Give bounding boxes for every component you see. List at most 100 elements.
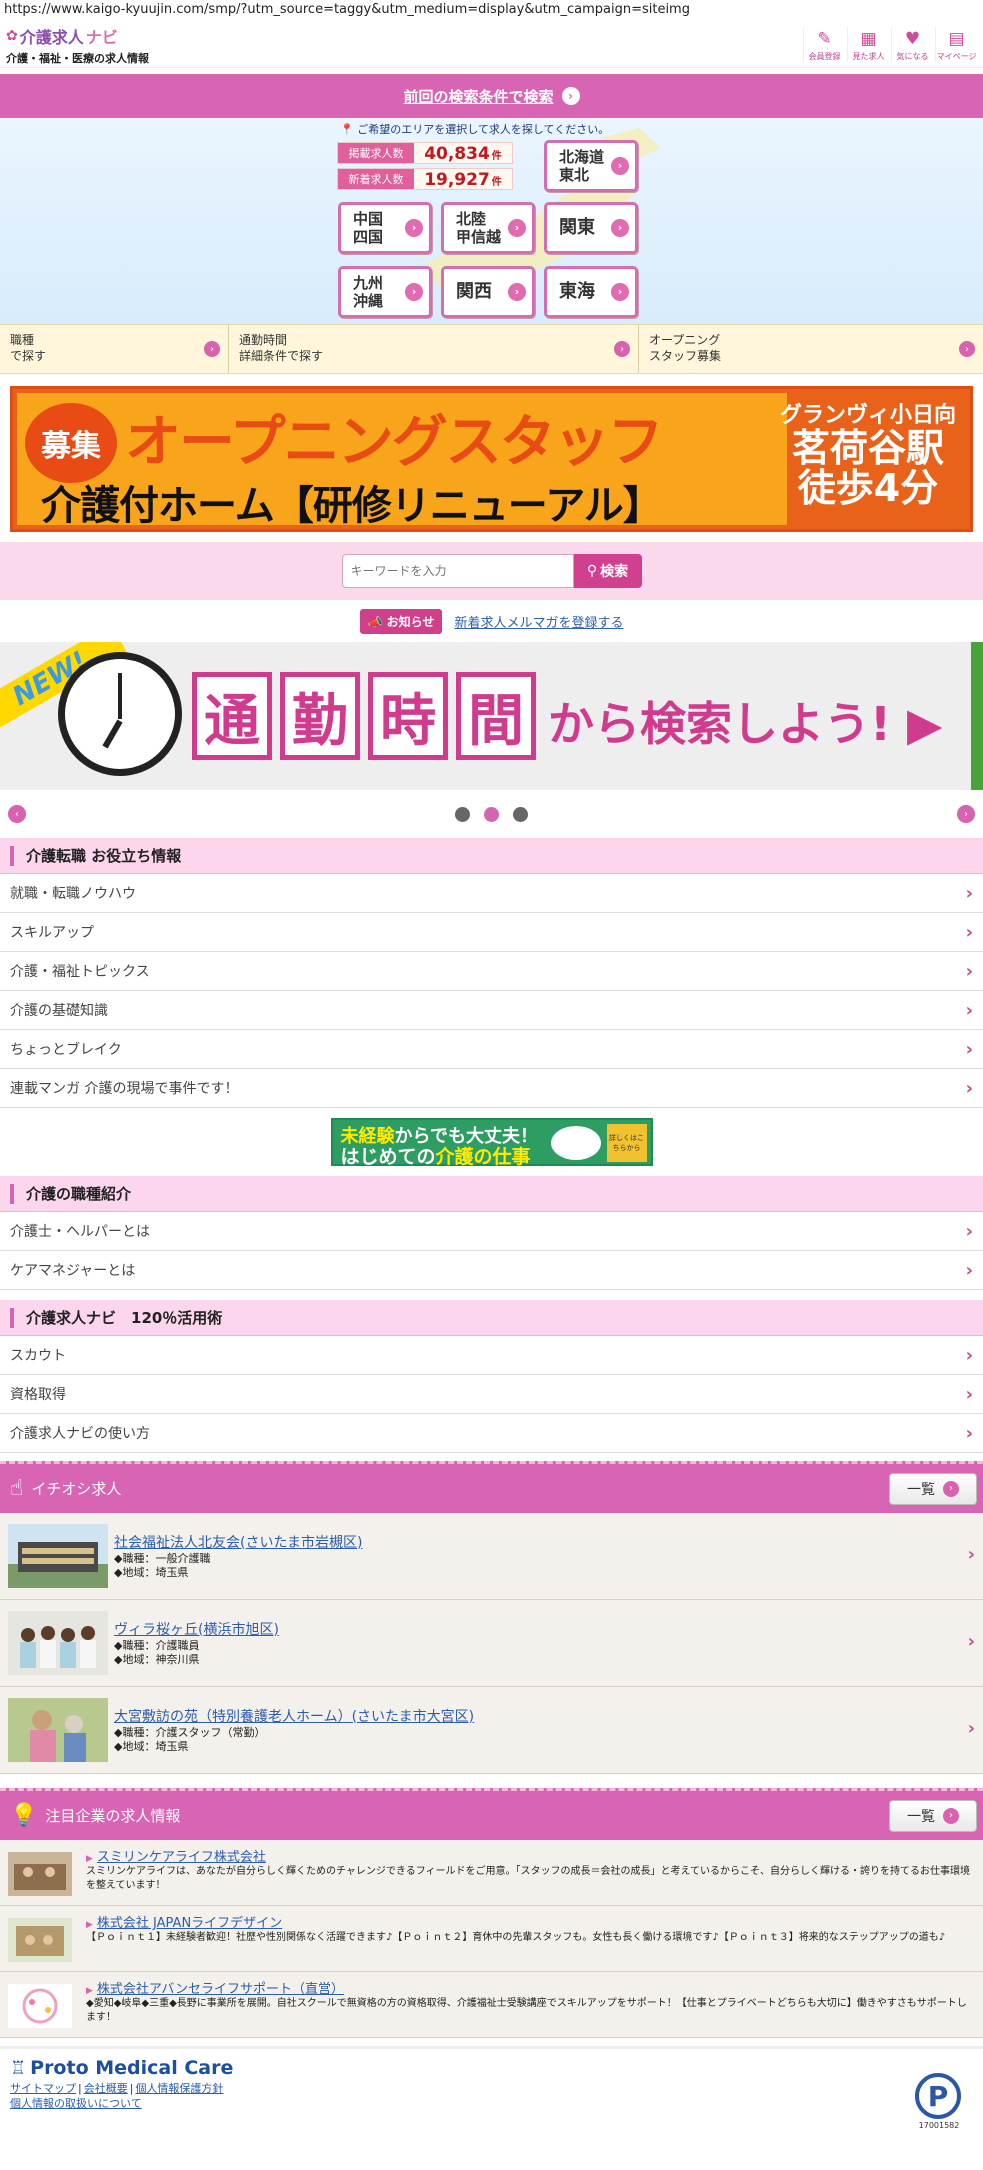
list-item[interactable]: 介護士・ヘルパーとは › — [0, 1212, 983, 1251]
first-time-care-banner[interactable]: 未経験からでも大丈夫！ はじめての介護の仕事 詳しくはこちらから — [330, 1118, 653, 1168]
list-item[interactable]: ちょっとブレイク › — [0, 1030, 983, 1069]
footer-links: サイトマップ | 会社概要 | 個人情報保護方針 個人情報の取扱いについて — [10, 2082, 224, 2110]
keyword-input[interactable] — [341, 554, 574, 588]
job-row[interactable]: ヴィラ桜ヶ丘(横浜市旭区) ◆職種：介護職員 ◆地域：神奈川県 › — [0, 1600, 983, 1687]
chevron-right-icon: › — [965, 1344, 973, 1366]
banner-char: 通 — [192, 672, 272, 760]
chevron-right-icon: › — [508, 283, 526, 301]
section-header-usage: 介護求人ナビ 120％活用術 — [0, 1300, 983, 1336]
region-tokai[interactable]: 東海 › — [544, 266, 638, 318]
job-type: ◆職種：介護スタッフ（常勤） — [114, 1725, 266, 1739]
company-photo — [8, 1852, 72, 1896]
favorites-button[interactable]: ♥ 気になる — [891, 27, 933, 62]
flower-icon: ✿ — [6, 27, 18, 44]
list-item[interactable]: 介護求人ナビの使い方 › — [0, 1414, 983, 1453]
job-name[interactable]: 大宮敷訪の苑（特別養護老人ホーム）(さいたま市大宮区) — [114, 1706, 973, 1726]
sitemap-link[interactable]: サイトマップ — [10, 2082, 76, 2095]
chevron-right-icon: › — [965, 921, 973, 943]
station-name: 茗荷谷駅 — [791, 426, 944, 470]
slider-prev-button[interactable]: ‹ — [8, 805, 26, 823]
chevron-right-icon: › — [965, 960, 973, 982]
chevron-right-icon: › — [967, 1631, 975, 1652]
notice-bar: 📣 お知らせ 新着求人メルマガを登録する — [0, 600, 983, 642]
privacy-mark[interactable]: P 17001582 — [913, 2073, 965, 2135]
pickup-title: イチオシ求人 — [31, 1480, 122, 1498]
region-kyushu-okinawa[interactable]: 九州 沖縄 › — [338, 266, 432, 318]
list-item[interactable]: ケアマネジャーとは › — [0, 1251, 983, 1290]
region-hokuriku-koshinetsu[interactable]: 北陸 甲信越 › — [441, 202, 535, 254]
mypage-button[interactable]: ▤ マイページ — [935, 27, 977, 62]
company-logo — [8, 1984, 72, 2028]
facility-photo — [8, 1524, 108, 1588]
region-hokkaido-tohoku[interactable]: 北海道 東北 › — [544, 140, 638, 192]
chevron-right-icon: › — [405, 219, 423, 237]
list-item[interactable]: 介護・福祉トピックス › — [0, 952, 983, 991]
personal-info-link[interactable]: 個人情報の取扱いについて — [10, 2097, 142, 2110]
prev-search-button[interactable]: 前回の検索条件で検索 › — [0, 74, 983, 118]
featured-companies-header: 💡 注目企業の求人情報 一覧 › — [0, 1788, 983, 1840]
slider-dot[interactable] — [484, 806, 499, 822]
chevron-right-icon: › — [965, 1077, 973, 1099]
section-header-tips: 介護転職 お役立ち情報 — [0, 838, 983, 874]
list-item[interactable]: 介護の基礎知識 › — [0, 991, 983, 1030]
chevron-right-icon: › — [965, 882, 973, 904]
search-by-commute[interactable]: 通勤時間 詳細条件で探す › — [229, 325, 639, 373]
job-row[interactable]: 社会福祉法人北友会(さいたま市岩槻区) ◆職種：一般介護職 ◆地域：埼玉県 › — [0, 1513, 983, 1600]
register-button[interactable]: ✎ 会員登録 — [803, 27, 845, 62]
heart-icon: ♥ — [904, 29, 921, 49]
caregiver-photo — [8, 1698, 108, 1762]
job-row[interactable]: 大宮敷訪の苑（特別養護老人ホーム）(さいたま市大宮区) ◆職種：介護スタッフ（常… — [0, 1687, 983, 1774]
search-by-job-type[interactable]: 職種 で探す › — [0, 325, 229, 373]
region-kanto[interactable]: 関東 › — [544, 202, 638, 254]
list-item[interactable]: 就職・転職ノウハウ › — [0, 874, 983, 913]
job-name[interactable]: ヴィラ桜ヶ丘(横浜市旭区) — [114, 1619, 973, 1639]
details-badge: 詳しくはこちらから — [606, 1124, 647, 1162]
brand-logo[interactable]: ♖ Proto Medical Care — [10, 2057, 973, 2079]
company-row[interactable]: スミリンケアライフ株式会社 スミリンケアライフは、あなたが自分らしく輝くためのチ… — [0, 1840, 983, 1906]
list-item[interactable]: 連載マンガ 介護の現場で事件です！ › — [0, 1069, 983, 1108]
commute-search-banner[interactable]: NEW! 通 勤 時 間 から検索しよう! ▶ — [0, 642, 983, 790]
companies-list-button[interactable]: 一覧 › — [889, 1799, 977, 1832]
company-name[interactable]: 株式会社アバンセライフサポート（直営） — [86, 1978, 973, 1997]
logo-navi-text: ナビ — [85, 27, 118, 47]
logo-subtitle: 介護・福祉・医療の求人情報 — [6, 51, 149, 65]
privacy-policy-link[interactable]: 個人情報保護方針 — [135, 2082, 223, 2095]
opening-staff-banner[interactable]: 募集 オープニングスタッフ 介護付ホーム【研修リニューアル】 グランヴィ小日向 … — [10, 386, 973, 532]
pickup-list-button[interactable]: 一覧 › — [889, 1472, 977, 1505]
banner-subtitle: 介護付ホーム【研修リニューアル】 — [41, 483, 663, 529]
facility-name: グランヴィ小日向 — [779, 403, 956, 428]
slider-next-button[interactable]: › — [957, 805, 975, 823]
slider-dot[interactable] — [455, 806, 470, 822]
company-row[interactable]: 株式会社 JAPANライフデザイン 【Ｐｏｉｎｔ１】未経験者歓迎！社歴や性別関係… — [0, 1906, 983, 1972]
job-type: ◆職種：一般介護職 — [114, 1551, 211, 1565]
company-row[interactable]: 株式会社アバンセライフサポート（直営） ◆愛知◆岐阜◆三重◆長野に事業所を展開。… — [0, 1972, 983, 2038]
chevron-right-icon: › — [508, 219, 526, 237]
company-name[interactable]: スミリンケアライフ株式会社 — [86, 1846, 973, 1865]
list-item[interactable]: スカウト › — [0, 1336, 983, 1375]
browser-url[interactable]: https://www.kaigo-kyuujin.com/smp/?utm_s… — [0, 0, 983, 22]
opening-staff-link[interactable]: オープニング スタッフ募集 › — [639, 325, 983, 373]
region-chugoku-shikoku[interactable]: 中国 四国 › — [338, 202, 432, 254]
company-info-link[interactable]: 会社概要 — [84, 2082, 128, 2095]
register-label: 会員登録 — [808, 52, 841, 61]
viewed-jobs-button[interactable]: ▦ 見た求人 — [847, 27, 889, 62]
site-footer: ♖ Proto Medical Care サイトマップ | 会社概要 | 個人情報保護方… — [0, 2046, 983, 2156]
newsletter-link[interactable]: 新着求人メルマガを登録する — [454, 612, 623, 631]
site-logo[interactable]: ✿ 介護求人 ナビ 介護・福祉・医療の求人情報 — [6, 24, 149, 66]
prev-search-label: 前回の検索条件で検索 — [403, 87, 554, 106]
header-icons: ✎ 会員登録 ▦ 見た求人 ♥ 気になる ▤ マイページ — [803, 27, 977, 62]
lightbulb-icon: 💡 — [10, 1803, 38, 1828]
region-kansai[interactable]: 関西 › — [441, 266, 535, 318]
list-item[interactable]: スキルアップ › — [0, 913, 983, 952]
chevron-right-icon: › — [943, 1807, 959, 1824]
job-area: ◆地域：埼玉県 — [114, 1740, 189, 1753]
banner-char: 勤 — [280, 672, 360, 760]
chevron-right-icon: › — [611, 219, 629, 237]
list-item[interactable]: 資格取得 › — [0, 1375, 983, 1414]
slider-dot[interactable] — [513, 806, 528, 822]
search-button[interactable]: ⚲ 検索 — [573, 554, 642, 588]
quick-links: 職種 で探す › 通勤時間 詳細条件で探す › オープニング スタッフ募集 › — [0, 324, 983, 374]
company-name[interactable]: 株式会社 JAPANライフデザイン — [86, 1912, 973, 1931]
search-icon: ⚲ — [586, 563, 598, 579]
job-name[interactable]: 社会福祉法人北友会(さいたま市岩槻区) — [114, 1532, 973, 1552]
